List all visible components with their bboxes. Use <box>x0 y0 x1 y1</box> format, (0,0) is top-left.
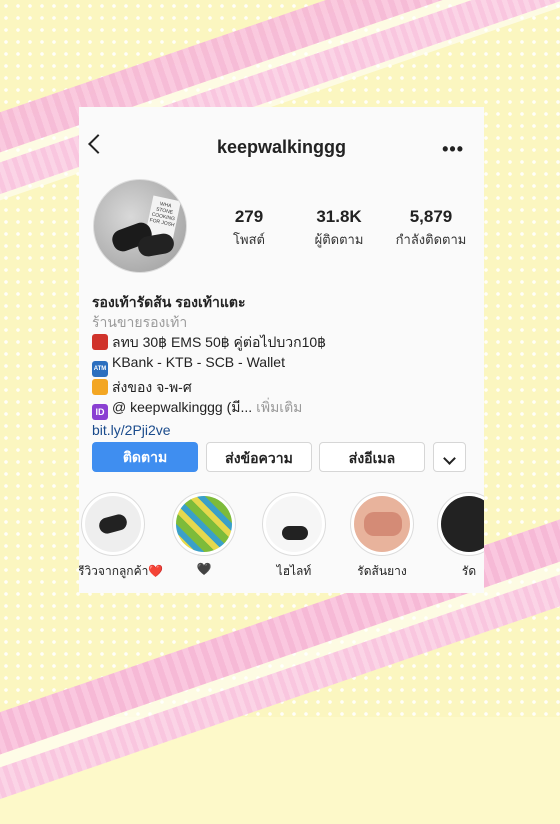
bio-more-link[interactable]: เพิ่มเติม <box>256 399 302 415</box>
highlight-item[interactable]: 🖤 <box>169 492 239 576</box>
bio-text: @ keepwalkinggg (มี... <box>112 399 253 415</box>
highlight-item[interactable]: รีวิวจากลูกค้า❤️ <box>79 492 164 581</box>
highlight-image <box>176 496 232 552</box>
stat-value: 5,879 <box>409 207 453 226</box>
profile-username: keepwalkinggg <box>216 137 347 157</box>
highlight-item[interactable]: ไฮไลท์ <box>259 492 329 581</box>
highlight-label: 🖤 <box>196 562 212 576</box>
bio-line-shipping: ลทบ 30฿ EMS 50฿ คู่ต่อไปบวก10฿ <box>92 332 477 352</box>
avatar[interactable]: WHA STONE COOKING FOR JOSH <box>93 179 187 273</box>
email-button[interactable]: ส่งอีเมล <box>319 442 425 472</box>
highlight-label: รัดส้นยาง <box>357 564 407 578</box>
suggested-dropdown-button[interactable] <box>433 442 466 472</box>
highlight-label: รีวิวจากลูกค้า❤️ <box>79 564 164 578</box>
highlight-label: รัด <box>461 564 477 578</box>
mailbox-icon <box>92 334 108 350</box>
stat-value: 31.8K <box>316 207 362 226</box>
highlight-label: ไฮไลท์ <box>276 564 312 578</box>
highlight-image <box>354 496 410 552</box>
stat-label: กำลังติดตาม <box>395 232 467 247</box>
highlight-item[interactable]: รัดส้นยาง <box>347 492 417 581</box>
stat-followers[interactable]: 31.8K ผู้ติดตาม <box>299 207 379 250</box>
highlight-ring <box>437 492 484 556</box>
bio-line-banks: ATM KBank - KTB - SCB - Wallet <box>92 352 477 377</box>
profile-screen: keepwalkinggg ••• WHA STONE COOKING FOR … <box>79 107 484 593</box>
bio-category: ร้านขายรองเท้า <box>92 314 188 330</box>
truck-icon <box>92 379 108 395</box>
message-button[interactable]: ส่งข้อความ <box>206 442 312 472</box>
highlight-image <box>266 496 322 552</box>
id-icon: ID <box>92 404 108 420</box>
follow-button[interactable]: ติดตาม <box>92 442 198 472</box>
profile-stats: 279 โพสต์ 31.8K ผู้ติดตาม 5,879 กำลังติด… <box>214 207 484 251</box>
more-options-icon[interactable]: ••• <box>442 139 464 160</box>
highlight-ring <box>81 492 145 556</box>
bio-website-link[interactable]: bit.ly/2Pji2ve <box>92 420 477 440</box>
bio-text: ลทบ 30฿ EMS 50฿ คู่ต่อไปบวก10฿ <box>112 334 327 350</box>
bio-line-id: ID @ keepwalkinggg (มี... เพิ่มเติม <box>92 397 477 420</box>
bio-text: ส่งของ จ-พ-ศ <box>112 379 192 395</box>
stat-label: ผู้ติดตาม <box>314 232 364 247</box>
stat-following[interactable]: 5,879 กำลังติดตาม <box>386 207 476 250</box>
profile-bio: รองเท้ารัดส้น รองเท้าแตะ ร้านขายรองเท้า … <box>92 292 477 440</box>
highlight-image <box>441 496 484 552</box>
bio-line-delivery: ส่งของ จ-พ-ศ <box>92 377 477 397</box>
bio-name: รองเท้ารัดส้น รองเท้าแตะ <box>92 294 246 310</box>
atm-icon: ATM <box>92 361 108 377</box>
highlight-image <box>85 496 141 552</box>
chevron-down-icon <box>443 452 456 465</box>
stat-label: โพสต์ <box>233 232 265 247</box>
top-bar: keepwalkinggg ••• <box>79 127 484 167</box>
bio-text: KBank - KTB - SCB - Wallet <box>112 354 285 370</box>
highlight-ring <box>350 492 414 556</box>
stat-posts[interactable]: 279 โพสต์ <box>214 207 284 250</box>
highlight-item[interactable]: รัด <box>434 492 484 581</box>
stat-value: 279 <box>234 207 264 226</box>
highlight-ring <box>172 492 236 556</box>
highlight-ring <box>262 492 326 556</box>
